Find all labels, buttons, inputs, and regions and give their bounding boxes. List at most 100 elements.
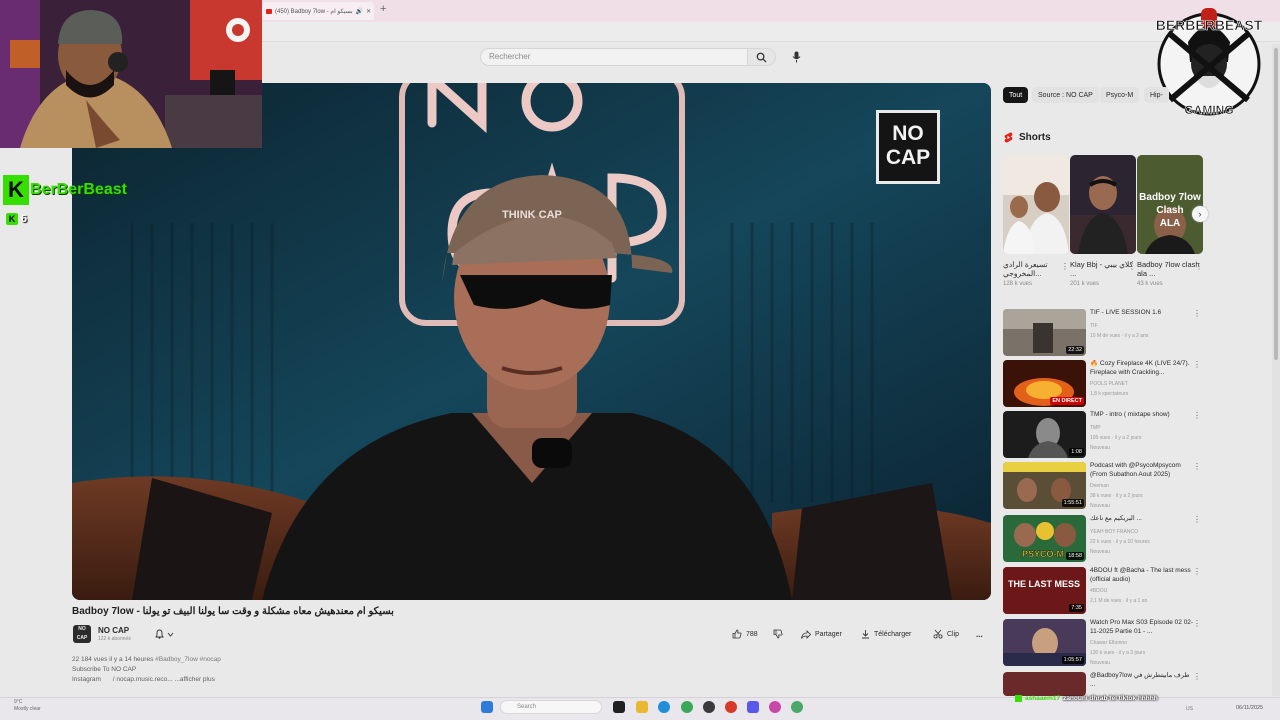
watermark-line-1: NO (892, 122, 924, 145)
weather-widget[interactable]: 9°C Mostly clear (14, 699, 41, 713)
short-thumbnail[interactable] (1070, 155, 1136, 254)
system-tray[interactable]: US (1186, 706, 1193, 712)
recommendation-channel: TIF (1090, 323, 1098, 329)
search-button[interactable] (748, 48, 776, 66)
file-explorer-icon[interactable] (636, 701, 648, 713)
recommendation-item[interactable]: PSYCO-M 18:58 البريكيم مع ناعك ... YEAH … (1003, 515, 1203, 563)
speaker-icon[interactable]: 🔊 (356, 8, 363, 15)
chrome-icon[interactable] (681, 701, 693, 713)
channel-subscriber-count: 122 k abonnés (98, 636, 131, 642)
recommendation-more-icon[interactable]: ⋮ (1193, 411, 1201, 420)
voice-search-button[interactable] (788, 49, 804, 65)
description-tags: #Badboy_7low #nocap (155, 656, 221, 663)
browser-tab[interactable]: (450) Badboy 7low - بسيكو ام 🔊 ✕ (262, 2, 374, 20)
search-input[interactable]: Rechercher (480, 48, 748, 66)
recommendation-item[interactable]: 1:05:57 Watch Pro Max S03 Episode 02 02-… (1003, 619, 1203, 667)
app-icon[interactable] (769, 701, 781, 713)
video-description[interactable]: 22 184 vues il y a 14 heures #Badboy_7lo… (72, 655, 992, 695)
clip-button[interactable]: Clip (933, 626, 959, 642)
recommendation-more-icon[interactable]: ⋮ (1193, 515, 1201, 524)
recommendation-item[interactable]: 22:32 TIF - LIVE SESSION 1.6 TIF 10 M de… (1003, 309, 1203, 357)
recommendation-item[interactable]: 1:55:51 Podcast with @PsycoMpsycom (From… (1003, 462, 1203, 510)
channel-avatar[interactable]: NO CAP (73, 625, 91, 643)
kick-icon: K (6, 213, 18, 225)
messenger-icon[interactable] (747, 701, 759, 713)
recommendation-thumbnail[interactable]: 1:05:57 (1003, 619, 1086, 666)
recommendation-thumbnail[interactable]: 22:32 (1003, 309, 1086, 356)
recommendation-item[interactable]: 1:08 TMP - intro ( mixtape show) TMP 105… (1003, 411, 1203, 459)
notification-bell-button[interactable] (155, 627, 181, 641)
browser-tab-title: (450) Badboy 7low - بسيكو ام (275, 8, 353, 15)
short-views: 43 k vues (1137, 281, 1163, 287)
task-view-icon[interactable] (613, 701, 625, 713)
taskbar-search[interactable]: Search (500, 700, 602, 714)
short-thumbnail[interactable]: Badboy 7low Clash ALA (1137, 155, 1203, 254)
page-scrollbar-thumb[interactable] (1274, 48, 1278, 360)
chrome-alt-icon[interactable] (791, 701, 803, 713)
new-tab-button[interactable]: + (380, 3, 386, 15)
recommendation-stats: 2,1 M de vues · il y a 1 an (1090, 598, 1148, 604)
close-icon[interactable]: ✕ (366, 8, 371, 15)
short-title: تسيعرة الرادي المخروجي... (1003, 260, 1048, 278)
watermark-line-2: CAP (885, 146, 931, 169)
download-icon (862, 630, 869, 639)
more-actions-button[interactable]: ... (976, 626, 983, 642)
download-button[interactable]: Télécharger (861, 626, 911, 642)
recommendation-thumb-text: PSYCO-M (1022, 549, 1064, 559)
short-card[interactable]: Badboy 7low Clash ALA Badboy 7low clash … (1137, 155, 1203, 287)
filter-chip-hip-hop[interactable]: Hip- (1144, 87, 1169, 103)
windows-start-icon[interactable] (481, 701, 493, 713)
streamer-name: BerBerBeast (30, 181, 127, 198)
short-thumbnail[interactable] (1003, 155, 1069, 254)
short-thumb-text-1: Badboy 7low (1139, 192, 1201, 203)
recommendation-title: 4BDOU ft @Bacha - The last mess (officia… (1090, 567, 1191, 583)
scissors-icon (933, 629, 943, 639)
recommendation-more-icon[interactable]: ⋮ (1193, 672, 1201, 681)
short-thumb-text-2: Clash (1156, 205, 1183, 216)
recommendation-item[interactable]: THE LAST MESS 7:35 4BDOU ft @Bacha - The… (1003, 567, 1203, 615)
recommendation-thumbnail[interactable]: PSYCO-M 18:58 (1003, 515, 1086, 562)
recommendation-more-icon[interactable]: ⋮ (1193, 360, 1201, 369)
recommendation-item[interactable]: EN DIRECT 🔥 Cozy Fireplace 4K (LIVE 24/7… (1003, 360, 1203, 408)
edge-icon[interactable] (658, 701, 670, 713)
dislike-button[interactable] (773, 626, 783, 642)
shorts-next-button[interactable]: › (1192, 206, 1208, 222)
recommendation-more-icon[interactable]: ⋮ (1193, 309, 1201, 318)
obs-icon[interactable] (703, 701, 715, 713)
recommendation-thumbnail[interactable]: EN DIRECT (1003, 360, 1086, 407)
viewer-count-value: 6 (21, 213, 28, 225)
short-title: Badboy 7low clash ala ... (1137, 260, 1200, 278)
short-more-icon[interactable]: ⋮ (1195, 262, 1203, 271)
short-more-icon[interactable]: ⋮ (1061, 262, 1069, 271)
channel-name[interactable]: NO CAP (98, 626, 129, 635)
filter-chip-psyco-m[interactable]: Psyco-M (1100, 87, 1140, 103)
short-views: 201 k vues (1070, 281, 1100, 287)
filter-chip-source[interactable]: Source : NO CAP (1032, 87, 1099, 103)
recommendation-channel: YEAH BOY FRANCO (1090, 529, 1138, 535)
video-player[interactable]: THINK CAP NO CAP (72, 83, 991, 600)
recommendation-thumbnail[interactable]: THE LAST MESS 7:35 (1003, 567, 1086, 614)
clock[interactable]: 06/11/2025 (1236, 705, 1263, 711)
recommendation-more-icon[interactable]: ⋮ (1193, 462, 1201, 471)
short-more-icon[interactable]: ⋮ (1128, 262, 1136, 271)
recommendation-more-icon[interactable]: ⋮ (1193, 567, 1201, 576)
show-more-button[interactable]: ...afficher plus (175, 676, 215, 683)
recommendation-meta: POOLS PLANET 1,8 k spectateurs (1090, 379, 1196, 399)
recommendation-more-icon[interactable]: ⋮ (1193, 619, 1201, 628)
share-button[interactable]: Partager (801, 626, 842, 642)
recommendation-title: @Badboy7low طرف مابيتطرش في ... (1090, 672, 1190, 688)
chrome-profile-icon[interactable] (725, 701, 737, 713)
recommendation-title: البريكيم مع ناعك ... (1090, 515, 1142, 522)
recommendation-thumbnail[interactable]: 1:08 (1003, 411, 1086, 458)
short-card[interactable]: Klay Bbj - كلاي بيبي ... 201 k vues ⋮ (1070, 155, 1136, 287)
recommendation-thumbnail[interactable]: 1:55:51 (1003, 462, 1086, 509)
recommendation-meta: Chawar Elbonno 130 k vues · il y a 3 jou… (1090, 638, 1196, 668)
short-card[interactable]: تسيعرة الرادي المخروجي... 128 k vues ⋮ (1003, 155, 1069, 287)
new-badge: Nouveau (1090, 445, 1111, 451)
like-button[interactable]: 788 (732, 626, 758, 642)
instagram-link[interactable]: / nocap.music.reco... (113, 676, 173, 683)
brand-top-text: BERBERBEAST (1156, 17, 1263, 33)
filter-chip-all[interactable]: Tout (1003, 87, 1029, 103)
thumbs-down-icon (773, 629, 783, 639)
recommendation-channel: Deeman (1090, 483, 1109, 489)
